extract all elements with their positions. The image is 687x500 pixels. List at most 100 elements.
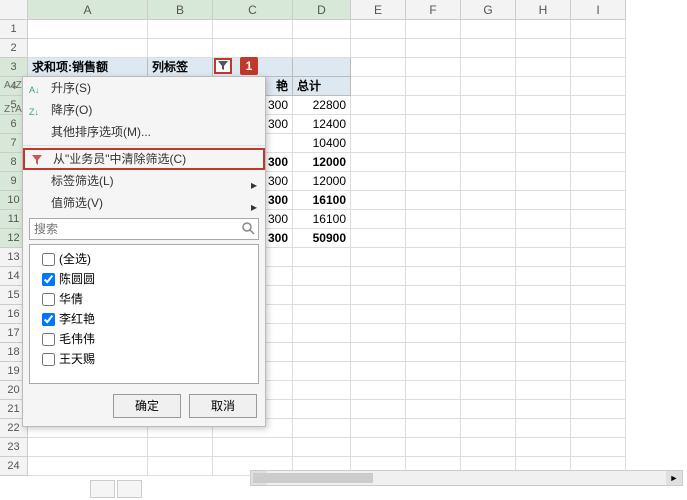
cell[interactable] (516, 324, 571, 343)
cell[interactable] (351, 191, 406, 210)
cell[interactable] (571, 400, 626, 419)
scroll-thumb[interactable] (253, 473, 373, 483)
cell[interactable] (406, 172, 461, 191)
cell[interactable] (571, 343, 626, 362)
cell[interactable] (406, 153, 461, 172)
cell[interactable] (516, 115, 571, 134)
cell[interactable] (351, 324, 406, 343)
cell[interactable] (516, 362, 571, 381)
clear-filter[interactable]: 从"业务员"中清除筛选(C) (23, 148, 265, 170)
cell[interactable] (293, 58, 351, 77)
cell[interactable] (351, 229, 406, 248)
cell[interactable] (461, 381, 516, 400)
cell[interactable] (351, 381, 406, 400)
cell[interactable] (571, 229, 626, 248)
cell[interactable] (516, 58, 571, 77)
cell[interactable] (406, 400, 461, 419)
filter-checkbox[interactable] (42, 313, 55, 326)
cell[interactable]: 12400 (293, 115, 351, 134)
cell[interactable] (406, 229, 461, 248)
cell[interactable] (516, 96, 571, 115)
filter-checkbox[interactable] (42, 333, 55, 346)
cell[interactable] (516, 172, 571, 191)
cell[interactable] (571, 324, 626, 343)
cell[interactable] (461, 362, 516, 381)
cell[interactable] (571, 39, 626, 58)
column-header-I[interactable]: I (571, 0, 626, 20)
cell[interactable] (461, 267, 516, 286)
filter-check-item[interactable]: 王天赐 (34, 349, 254, 369)
column-header-H[interactable]: H (516, 0, 571, 20)
cell[interactable] (461, 229, 516, 248)
cell[interactable] (351, 96, 406, 115)
cell[interactable] (461, 134, 516, 153)
cell[interactable] (293, 248, 351, 267)
cell[interactable] (571, 77, 626, 96)
cell[interactable] (406, 210, 461, 229)
cell[interactable] (406, 286, 461, 305)
cell[interactable] (293, 381, 351, 400)
cell[interactable] (461, 343, 516, 362)
cell[interactable] (461, 58, 516, 77)
cell[interactable] (516, 39, 571, 58)
cell[interactable]: 10400 (293, 134, 351, 153)
cell[interactable] (28, 20, 148, 39)
cancel-button[interactable]: 取消 (189, 394, 257, 418)
cell[interactable] (213, 39, 293, 58)
cell[interactable] (461, 191, 516, 210)
cell[interactable] (571, 153, 626, 172)
cell[interactable] (28, 39, 148, 58)
filter-checkbox[interactable] (42, 293, 55, 306)
cell[interactable] (406, 96, 461, 115)
cell[interactable]: 16100 (293, 191, 351, 210)
cell[interactable]: 22800 (293, 96, 351, 115)
cell[interactable] (406, 324, 461, 343)
cell[interactable] (461, 419, 516, 438)
cell[interactable] (406, 134, 461, 153)
cell[interactable] (293, 305, 351, 324)
cell[interactable] (516, 286, 571, 305)
cell[interactable] (351, 419, 406, 438)
cell[interactable] (461, 438, 516, 457)
cell[interactable] (516, 153, 571, 172)
cell[interactable] (351, 438, 406, 457)
filter-checkbox[interactable] (42, 273, 55, 286)
cell[interactable] (571, 20, 626, 39)
cell[interactable] (571, 191, 626, 210)
cell[interactable] (406, 115, 461, 134)
filter-check-item[interactable]: 陈圆圆 (34, 269, 254, 289)
row-header-1[interactable]: 1 (0, 20, 28, 39)
cell[interactable] (406, 248, 461, 267)
cell[interactable] (571, 96, 626, 115)
cell[interactable] (516, 400, 571, 419)
cell[interactable] (571, 362, 626, 381)
cell[interactable] (406, 20, 461, 39)
row-header-2[interactable]: 2 (0, 39, 28, 58)
cell[interactable] (516, 210, 571, 229)
cell[interactable] (516, 305, 571, 324)
more-sort-options[interactable]: 其他排序选项(M)... (23, 121, 265, 143)
cell[interactable] (351, 20, 406, 39)
cell[interactable] (148, 39, 213, 58)
cell[interactable]: 12000 (293, 172, 351, 191)
cell[interactable] (351, 172, 406, 191)
column-header-D[interactable]: D (293, 0, 351, 20)
cell[interactable] (461, 210, 516, 229)
cell[interactable] (406, 362, 461, 381)
cell[interactable] (461, 305, 516, 324)
cell[interactable] (461, 77, 516, 96)
cell[interactable] (461, 172, 516, 191)
cell[interactable] (571, 438, 626, 457)
cell[interactable] (461, 115, 516, 134)
sheet-tab[interactable] (117, 480, 142, 498)
cell[interactable] (351, 362, 406, 381)
cell[interactable] (461, 20, 516, 39)
scroll-right-button[interactable]: ► (666, 471, 682, 485)
cell[interactable] (406, 58, 461, 77)
cell[interactable] (406, 267, 461, 286)
filter-check-item[interactable]: 毛伟伟 (34, 329, 254, 349)
cell[interactable] (293, 438, 351, 457)
cell[interactable] (406, 438, 461, 457)
filter-dropdown-button[interactable] (214, 58, 232, 74)
cell[interactable]: 12000 (293, 153, 351, 172)
